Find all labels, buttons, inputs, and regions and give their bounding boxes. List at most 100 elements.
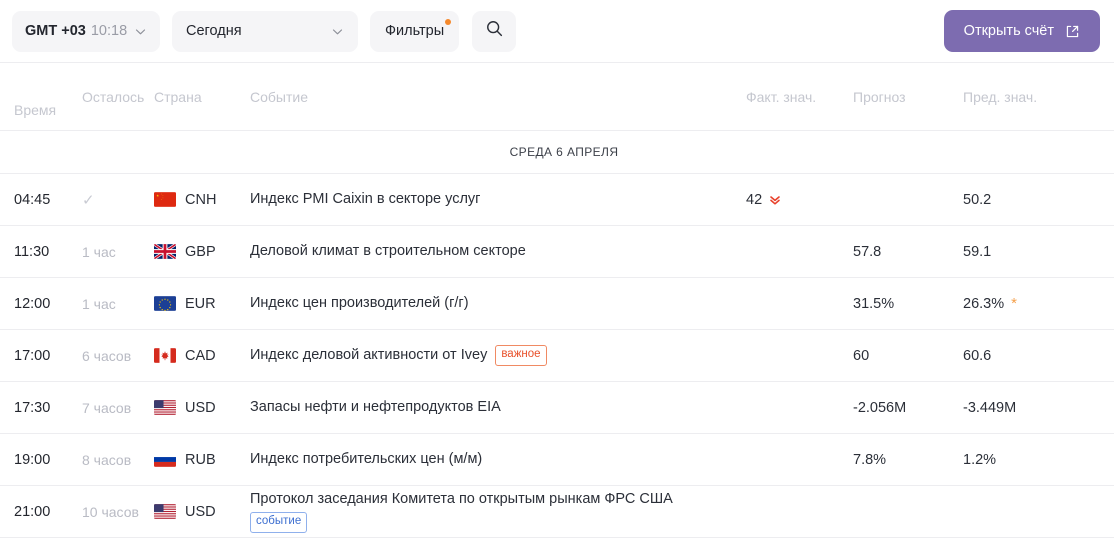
cell-time-left: ✓: [82, 173, 154, 226]
period-label: Сегодня: [186, 23, 242, 39]
event-title: Индекс деловой активности от Ivey: [250, 347, 488, 364]
cell-time: 12:00: [0, 277, 82, 330]
cell-country: USD: [154, 485, 250, 538]
external-link-icon: [1065, 24, 1080, 39]
search-button[interactable]: [472, 10, 517, 52]
currency-code: CAD: [185, 347, 216, 364]
forecast-value: 31.5%: [853, 295, 895, 312]
column-header-left[interactable]: Осталось: [82, 62, 154, 131]
revised-asterisk-icon: *: [1011, 295, 1017, 312]
filters-label: Фильтры: [385, 19, 452, 39]
currency-code: RUB: [185, 451, 216, 468]
cell-previous: 50.2: [963, 173, 1114, 226]
column-header-country[interactable]: Страна: [154, 62, 250, 131]
table-body: СРЕДА 6 АПРЕЛЯ 04:45 ✓ CNH Индекс PMI Caixin…: [0, 130, 1114, 538]
table-row[interactable]: 17:30 7 часов USD Запасы нефти и нефтепроду…: [0, 381, 1114, 434]
column-header-previous[interactable]: Пред. знач.: [963, 62, 1114, 131]
cell-actual: 42: [746, 173, 853, 226]
date-separator-label: СРЕДА 6 АПРЕЛЯ: [0, 130, 1114, 174]
period-dropdown[interactable]: Сегодня: [172, 10, 358, 52]
event-title: Индекс потребительских цен (м/м): [250, 451, 483, 468]
cell-actual: [746, 329, 853, 382]
table-row[interactable]: 04:45 ✓ CNH Индекс PMI Caixin в секторе усл…: [0, 173, 1114, 226]
cell-actual: [746, 277, 853, 330]
date-separator-row: СРЕДА 6 АПРЕЛЯ: [0, 130, 1114, 174]
chevron-down-icon: [331, 25, 344, 38]
table-row[interactable]: 17:00 6 часов CAD Индекс деловой активности…: [0, 329, 1114, 382]
cell-forecast: 57.8: [853, 225, 963, 278]
cell-country: CNH: [154, 173, 250, 226]
cell-time-left: 7 часов: [82, 381, 154, 434]
forecast-value: 7.8%: [853, 451, 887, 468]
cell-time: 04:45: [0, 173, 82, 226]
cell-previous: 59.1: [963, 225, 1114, 278]
currency-code: USD: [185, 399, 216, 416]
cell-previous: [963, 485, 1114, 538]
trend-down-icon: [769, 194, 781, 206]
table-header: Время Осталось Страна Событие Факт. знач…: [0, 62, 1114, 131]
cell-time-left: 1 час: [82, 225, 154, 278]
column-header-actual[interactable]: Факт. знач.: [746, 62, 853, 131]
cell-country: RUB: [154, 433, 250, 486]
forecast-value: 60: [853, 347, 870, 364]
cell-country: CAD: [154, 329, 250, 382]
currency-code: EUR: [185, 295, 216, 312]
cell-time-left: 1 час: [82, 277, 154, 330]
currency-code: CNH: [185, 191, 217, 208]
previous-value: 1.2%: [963, 451, 997, 468]
cell-previous: -3.449M: [963, 381, 1114, 434]
cell-event: Протокол заседания Комитета по открытым …: [250, 485, 746, 538]
flag-icon-cn: [154, 192, 176, 207]
cell-time: 19:00: [0, 433, 82, 486]
header-row: Время Осталось Страна Событие Факт. знач…: [0, 62, 1114, 131]
table-row[interactable]: 19:00 8 часов RUB Индекс потребительских це…: [0, 433, 1114, 486]
cell-event: Индекс потребительских цен (м/м): [250, 433, 746, 486]
previous-value: 50.2: [963, 191, 992, 208]
cell-actual: [746, 225, 853, 278]
table-row[interactable]: 21:00 10 часов USD Протокол заседания Комит…: [0, 485, 1114, 538]
event-title: Деловой климат в строительном секторе: [250, 243, 526, 260]
cell-country: USD: [154, 381, 250, 434]
filters-button[interactable]: Фильтры: [370, 10, 460, 52]
open-account-button[interactable]: Открыть счёт: [943, 10, 1100, 52]
currency-code: GBP: [185, 243, 216, 260]
table-row[interactable]: 11:30 1 час GBP Деловой климат в строительн…: [0, 225, 1114, 278]
toolbar: GMT +03 10:18 Сегодня Фильтры Открыть счё…: [0, 0, 1114, 62]
cell-forecast: 31.5%: [853, 277, 963, 330]
timezone-zone: GMT +03: [25, 23, 86, 39]
cell-event: Запасы нефти и нефтепродуктов EIA: [250, 381, 746, 434]
column-header-forecast[interactable]: Прогноз: [853, 62, 963, 131]
chevron-down-icon: [134, 25, 147, 38]
check-icon: ✓: [82, 191, 95, 209]
cell-actual: [746, 433, 853, 486]
cell-time: 17:00: [0, 329, 82, 382]
cell-event: Деловой климат в строительном секторе: [250, 225, 746, 278]
flag-icon-gb: [154, 244, 176, 259]
cell-event: Индекс цен производителей (г/г): [250, 277, 746, 330]
cell-forecast: [853, 173, 963, 226]
search-icon: [485, 19, 504, 43]
timezone-dropdown[interactable]: GMT +03 10:18: [12, 10, 160, 52]
cell-country: GBP: [154, 225, 250, 278]
event-title: Индекс цен производителей (г/г): [250, 295, 469, 312]
cell-previous: 26.3% *: [963, 277, 1114, 330]
badge-event: событие: [250, 512, 308, 533]
open-account-label: Открыть счёт: [963, 23, 1054, 39]
cell-time-left: 6 часов: [82, 329, 154, 382]
cell-forecast: -2.056M: [853, 381, 963, 434]
event-title: Индекс PMI Caixin в секторе услуг: [250, 191, 481, 208]
column-header-event[interactable]: Событие: [250, 62, 746, 131]
cell-time: 17:30: [0, 381, 82, 434]
cell-actual: [746, 485, 853, 538]
timezone-time: 10:18: [90, 23, 128, 39]
actual-value: 42: [746, 191, 763, 208]
cell-forecast: [853, 485, 963, 538]
forecast-value: -2.056M: [853, 399, 907, 416]
flag-icon-us: [154, 504, 176, 519]
cell-forecast: 7.8%: [853, 433, 963, 486]
flag-icon-us: [154, 400, 176, 415]
event-title: Запасы нефти и нефтепродуктов EIA: [250, 399, 501, 416]
event-title: Протокол заседания Комитета по открытым …: [250, 491, 673, 508]
table-row[interactable]: 12:00 1 час EUR Индекс цен производителей (…: [0, 277, 1114, 330]
column-header-time[interactable]: Время: [0, 62, 82, 131]
